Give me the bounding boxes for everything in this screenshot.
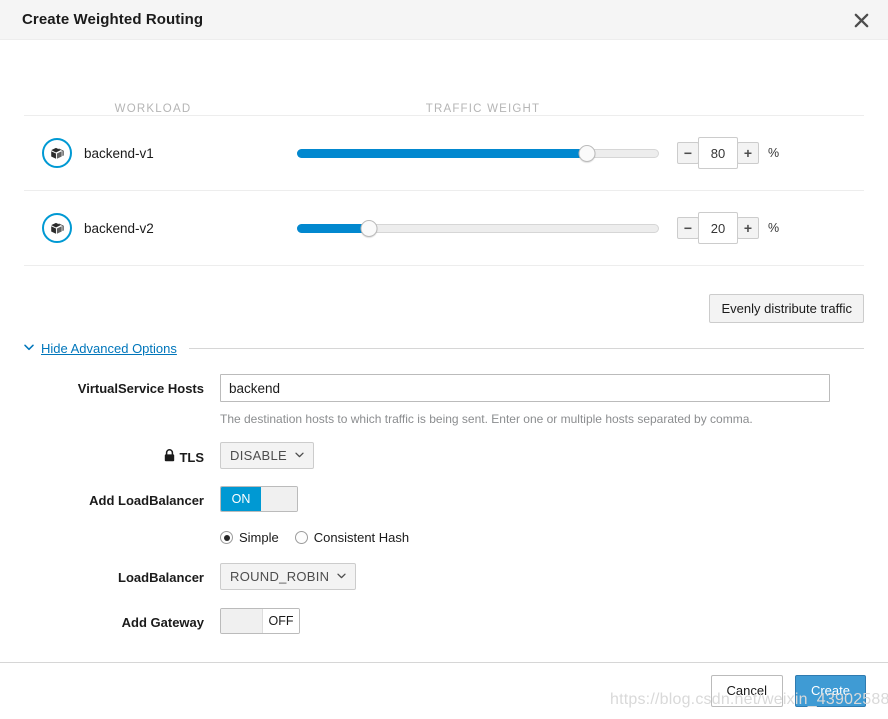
slider-handle[interactable] xyxy=(360,219,378,237)
add-loadbalancer-control: ON xyxy=(220,486,864,512)
loadbalancer-mode-label-spacer xyxy=(24,530,220,537)
percent-label: % xyxy=(768,146,780,160)
radio-simple-label: Simple xyxy=(239,530,279,545)
advanced-options-form: VirtualService Hosts The destination hos… xyxy=(24,374,864,638)
toggle-state-label: ON xyxy=(221,487,261,511)
decrement-button[interactable]: − xyxy=(677,217,699,239)
virtualservice-hosts-input[interactable] xyxy=(220,374,830,402)
close-icon[interactable] xyxy=(844,3,878,37)
percent-label: % xyxy=(768,221,780,235)
loadbalancer-label: LoadBalancer xyxy=(118,570,204,585)
weight-stepper: − + xyxy=(677,137,759,169)
loadbalancer-row: LoadBalancer ROUND_ROBIN xyxy=(24,563,864,590)
loadbalancer-mode-row: Simple Consistent Hash xyxy=(24,530,864,545)
radio-consistent-hash[interactable]: Consistent Hash xyxy=(294,530,410,545)
tls-control: DISABLE xyxy=(220,442,864,469)
tls-select[interactable]: DISABLE xyxy=(220,442,315,469)
toggle-state-label: OFF xyxy=(263,609,299,633)
horizontal-divider xyxy=(188,348,864,349)
workload-icon xyxy=(42,138,72,168)
loadbalancer-control: ROUND_ROBIN xyxy=(220,563,864,590)
evenly-distribute-row: Evenly distribute traffic xyxy=(24,294,864,323)
traffic-weight-table: WORKLOAD TRAFFIC WEIGHT backend-v1 − 80 … xyxy=(24,40,864,266)
add-loadbalancer-row: Add LoadBalancer ON xyxy=(24,486,864,512)
table-row: backend-v1 − + % xyxy=(24,116,864,191)
create-weighted-routing-dialog: Create Weighted Routing WORKLOAD TRAFFIC… xyxy=(0,0,888,719)
lock-icon xyxy=(164,449,175,465)
dialog-body: WORKLOAD TRAFFIC WEIGHT backend-v1 − 80 … xyxy=(0,40,888,662)
virtualservice-hosts-control: The destination hosts to which traffic i… xyxy=(220,374,864,426)
chevron-down-icon xyxy=(337,571,347,582)
add-gateway-control: OFF xyxy=(220,608,864,638)
workload-name: backend-v2 xyxy=(84,220,154,236)
add-gateway-label: Add Gateway xyxy=(121,615,204,630)
hide-advanced-options-link[interactable]: Hide Advanced Options xyxy=(41,341,177,356)
virtualservice-hosts-row: VirtualService Hosts The destination hos… xyxy=(24,374,864,426)
slider-handle[interactable] xyxy=(578,144,596,162)
create-button[interactable]: Create xyxy=(794,675,866,707)
weight-cell: − + % xyxy=(282,137,864,169)
column-header-traffic-weight: TRAFFIC WEIGHT xyxy=(425,103,541,115)
dialog-footer: https://blog.csdn.net/weixin_43902588 Ca… xyxy=(0,662,888,719)
radio-dot-icon xyxy=(220,531,233,544)
dialog-header: Create Weighted Routing xyxy=(0,0,888,40)
add-gateway-toggle[interactable]: OFF xyxy=(220,608,300,634)
tls-select-value: DISABLE xyxy=(230,448,288,463)
table-row: backend-v2 − + % xyxy=(24,191,864,266)
evenly-distribute-traffic-button[interactable]: Evenly distribute traffic xyxy=(709,294,864,323)
virtualservice-hosts-help: The destination hosts to which traffic i… xyxy=(220,412,753,426)
traffic-weight-slider[interactable] xyxy=(297,143,659,163)
increment-button[interactable]: + xyxy=(737,142,759,164)
loadbalancer-select[interactable]: ROUND_ROBIN xyxy=(220,563,357,590)
toggle-knob xyxy=(221,609,263,633)
traffic-weight-slider[interactable] xyxy=(297,218,659,238)
weight-input[interactable] xyxy=(698,137,738,169)
weight-input[interactable] xyxy=(698,212,738,244)
table-header-row: WORKLOAD TRAFFIC WEIGHT xyxy=(24,88,864,116)
slider-fill xyxy=(297,223,370,233)
radio-consistent-hash-label: Consistent Hash xyxy=(313,530,410,545)
loadbalancer-mode-radio-group: Simple Consistent Hash xyxy=(220,530,864,545)
decrement-button[interactable]: − xyxy=(677,142,699,164)
virtualservice-hosts-label: VirtualService Hosts xyxy=(77,381,204,396)
add-loadbalancer-toggle[interactable]: ON xyxy=(220,486,298,512)
workload-cell: backend-v2 xyxy=(24,213,282,243)
advanced-options-header: Hide Advanced Options xyxy=(24,341,864,356)
radio-dot-icon xyxy=(294,531,308,544)
column-header-workload: WORKLOAD xyxy=(114,103,192,115)
weight-cell: − + % xyxy=(282,212,864,244)
chevron-down-icon xyxy=(24,343,34,354)
loadbalancer-select-value: ROUND_ROBIN xyxy=(230,569,330,584)
slider-fill xyxy=(297,148,587,158)
toggle-knob xyxy=(261,487,297,511)
workload-cell: backend-v1 xyxy=(24,138,282,168)
add-loadbalancer-label: Add LoadBalancer xyxy=(89,493,204,508)
add-gateway-row: Add Gateway OFF xyxy=(24,608,864,638)
radio-simple[interactable]: Simple xyxy=(220,530,279,545)
tls-label: TLS xyxy=(179,449,204,465)
weight-stepper: − + xyxy=(677,212,759,244)
cancel-button[interactable]: Cancel xyxy=(710,675,783,707)
tls-label-wrap: TLS xyxy=(24,442,220,465)
workload-name: backend-v1 xyxy=(84,145,154,161)
workload-icon xyxy=(42,213,72,243)
chevron-down-icon xyxy=(295,450,304,461)
loadbalancer-mode-control: Simple Consistent Hash xyxy=(220,530,864,545)
increment-button[interactable]: + xyxy=(737,217,759,239)
tls-row: TLS DISABLE xyxy=(24,442,864,469)
dialog-title: Create Weighted Routing xyxy=(22,11,204,28)
